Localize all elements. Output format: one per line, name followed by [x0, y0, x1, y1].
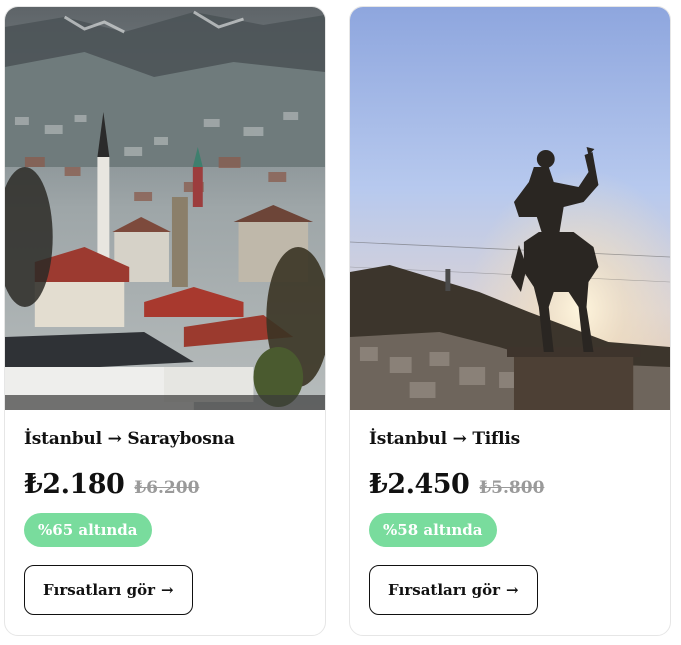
price-row: ₺2.180 ₺6.200: [24, 469, 199, 500]
destination-photo-tbilisi: [350, 7, 670, 410]
route-title: İstanbul → Tiflis: [369, 429, 521, 449]
discount-badge: %65 altında: [24, 513, 152, 547]
destination-photo-sarajevo: [5, 7, 325, 410]
current-price: ₺2.450: [369, 469, 470, 500]
discount-badge: %58 altında: [369, 513, 497, 547]
see-deals-label: Fırsatları gör: [43, 581, 155, 599]
deal-card-sarajevo[interactable]: İstanbul → Saraybosna ₺2.180 ₺6.200 %65 …: [4, 6, 326, 636]
current-price: ₺2.180: [24, 469, 125, 500]
arrow-right-icon: →: [505, 581, 519, 599]
see-deals-button[interactable]: Fırsatları gör →: [369, 565, 538, 615]
price-row: ₺2.450 ₺5.800: [369, 469, 544, 500]
deal-card-tbilisi[interactable]: İstanbul → Tiflis ₺2.450 ₺5.800 %58 altı…: [349, 6, 671, 636]
see-deals-label: Fırsatları gör: [388, 581, 500, 599]
see-deals-button[interactable]: Fırsatları gör →: [24, 565, 193, 615]
route-title: İstanbul → Saraybosna: [24, 429, 235, 449]
original-price: ₺5.800: [479, 478, 545, 498]
arrow-right-icon: →: [160, 581, 174, 599]
original-price: ₺6.200: [134, 478, 200, 498]
